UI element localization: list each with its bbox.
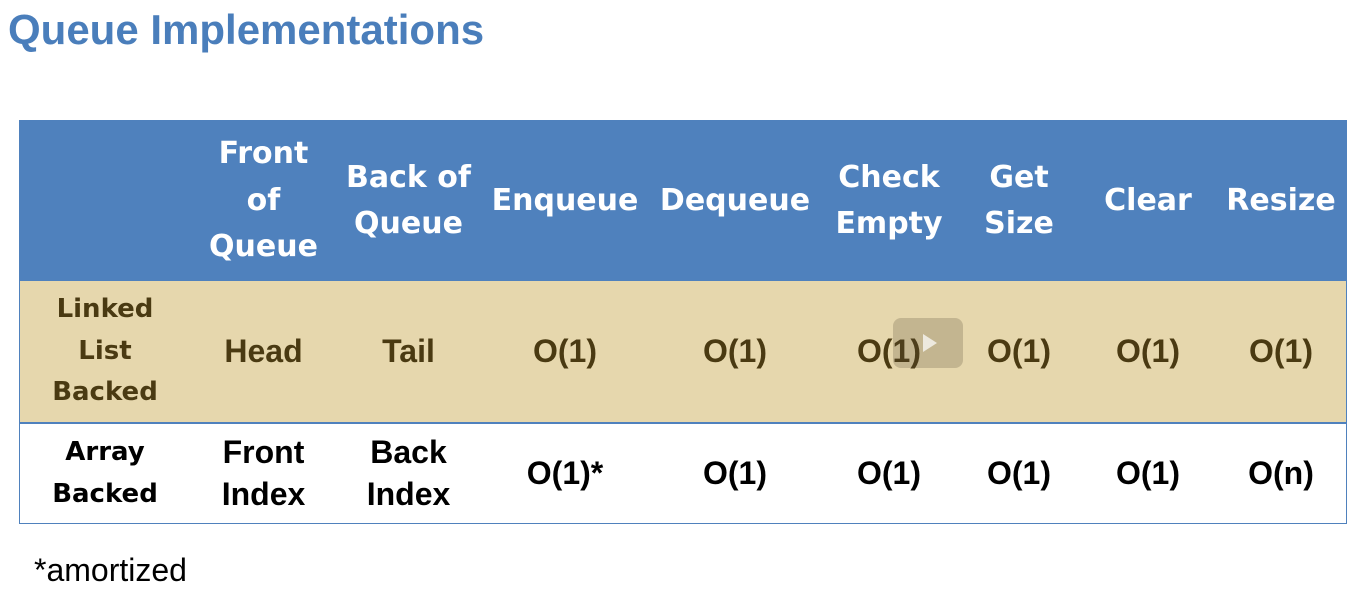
cell-enqueue: O(1): [533, 333, 597, 369]
cell-resize: O(1): [1249, 333, 1313, 369]
cell-front: Head: [224, 333, 303, 369]
play-button[interactable]: [893, 318, 963, 368]
header-clear: Clear: [1104, 182, 1192, 218]
play-icon: [923, 334, 937, 352]
cell-clear: O(1): [1116, 333, 1180, 369]
header-empty: [20, 121, 190, 281]
header-enqueue: Enqueue: [491, 182, 639, 218]
header-resize: Resize: [1226, 182, 1336, 218]
cell-resize: O(n): [1248, 454, 1314, 491]
cell-get-size: O(1): [987, 333, 1051, 369]
header-dequeue: Dequeue: [659, 182, 811, 218]
header-get-size: Get Size: [984, 159, 1054, 242]
cell-back: Tail: [382, 333, 435, 369]
complexity-table: Front of Queue Back of Queue Enqueue Deq…: [20, 121, 1346, 523]
cell-dequeue: O(1): [703, 454, 767, 491]
cell-clear: O(1): [1116, 454, 1180, 491]
cell-front: Front Index: [221, 433, 306, 512]
cell-check-empty: O(1): [857, 454, 921, 491]
header-back-of-queue: Back of Queue: [346, 159, 471, 242]
header-check-empty: Check Empty: [835, 159, 943, 242]
header-front-of-queue: Front of Queue: [209, 136, 318, 265]
table-row-array: Array Backed Front Index Back Index O(1)…: [20, 423, 1346, 523]
cell-dequeue: O(1): [703, 333, 767, 369]
cell-back: Back Index: [366, 433, 451, 512]
row-label-linked-list: Linked List Backed: [52, 294, 158, 408]
row-label-array: Array Backed: [52, 436, 158, 509]
complexity-table-container: Front of Queue Back of Queue Enqueue Deq…: [19, 120, 1347, 524]
footnote: *amortized: [34, 552, 187, 588]
table-row-linked-list: Linked List Backed Head Tail O(1) O(1) O…: [20, 281, 1346, 423]
cell-get-size: O(1): [987, 454, 1051, 491]
cell-enqueue: O(1)*: [526, 454, 604, 491]
table-header-row: Front of Queue Back of Queue Enqueue Deq…: [20, 121, 1346, 281]
slide-title: Queue Implementations: [8, 6, 485, 53]
